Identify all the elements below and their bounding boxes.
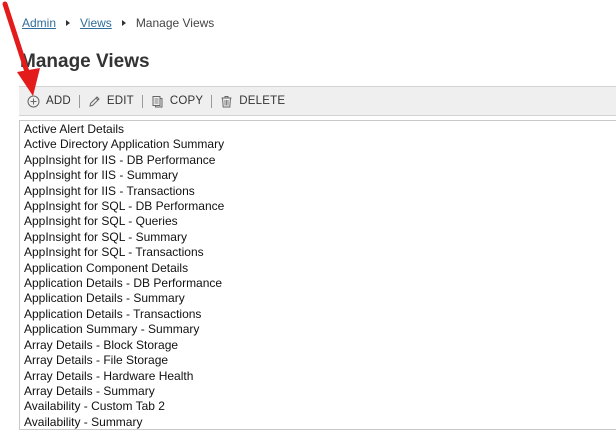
list-item[interactable]: AppInsight for SQL - Summary bbox=[20, 230, 616, 245]
copy-button-label: COPY bbox=[169, 95, 204, 107]
list-item[interactable]: Array Details - Hardware Health bbox=[20, 369, 616, 384]
annotation-arrow-icon bbox=[2, 1, 40, 96]
copy-icon bbox=[152, 95, 163, 107]
breadcrumb-current: Manage Views bbox=[135, 16, 215, 30]
delete-button[interactable]: DELETE bbox=[212, 87, 293, 115]
list-item[interactable]: Application Component Details bbox=[20, 261, 616, 276]
list-item[interactable]: Active Directory Application Summary bbox=[20, 137, 616, 152]
list-item[interactable]: AppInsight for SQL - DB Performance bbox=[20, 199, 616, 214]
list-item[interactable]: Active Alert Details bbox=[20, 122, 616, 137]
caret-right-icon bbox=[121, 20, 126, 26]
delete-button-label: DELETE bbox=[239, 95, 286, 107]
list-item[interactable]: AppInsight for IIS - Transactions bbox=[20, 184, 616, 199]
list-item[interactable]: Array Details - File Storage bbox=[20, 353, 616, 368]
list-item[interactable]: Availability - Custom Tab 2 bbox=[20, 399, 616, 414]
edit-button[interactable]: EDIT bbox=[80, 87, 142, 115]
list-item[interactable]: Application Details - Transactions bbox=[20, 307, 616, 322]
pencil-icon bbox=[89, 95, 100, 107]
list-item[interactable]: AppInsight for IIS - DB Performance bbox=[20, 153, 616, 168]
list-item[interactable]: AppInsight for SQL - Queries bbox=[20, 214, 616, 229]
plus-circle-icon bbox=[27, 95, 40, 107]
breadcrumb: Admin Views Manage Views bbox=[22, 16, 214, 30]
list-item[interactable]: AppInsight for IIS - Summary bbox=[20, 168, 616, 183]
list-item[interactable]: Availability - Summary bbox=[20, 415, 616, 429]
list-item[interactable]: AppInsight for SQL - Transactions bbox=[20, 245, 616, 260]
trash-icon bbox=[221, 95, 232, 107]
list-item[interactable]: Application Details - DB Performance bbox=[20, 276, 616, 291]
add-button-label: ADD bbox=[46, 95, 71, 107]
breadcrumb-link-views[interactable]: Views bbox=[80, 16, 112, 30]
list-item[interactable]: Application Details - Summary bbox=[20, 291, 616, 306]
copy-button[interactable]: COPY bbox=[143, 87, 211, 115]
edit-button-label: EDIT bbox=[106, 95, 134, 107]
list-item[interactable]: Array Details - Summary bbox=[20, 384, 616, 399]
list-item[interactable]: Array Details - Block Storage bbox=[20, 338, 616, 353]
views-listbox[interactable]: Active Alert Details Active Directory Ap… bbox=[19, 120, 616, 430]
caret-right-icon bbox=[66, 20, 71, 26]
list-item[interactable]: Application Summary - Summary bbox=[20, 322, 616, 337]
page-title: Manage Views bbox=[20, 51, 150, 72]
breadcrumb-link-admin[interactable]: Admin bbox=[22, 16, 56, 30]
add-button[interactable]: ADD bbox=[19, 87, 79, 115]
views-toolbar: ADD EDIT COPY DELETE bbox=[19, 86, 616, 116]
